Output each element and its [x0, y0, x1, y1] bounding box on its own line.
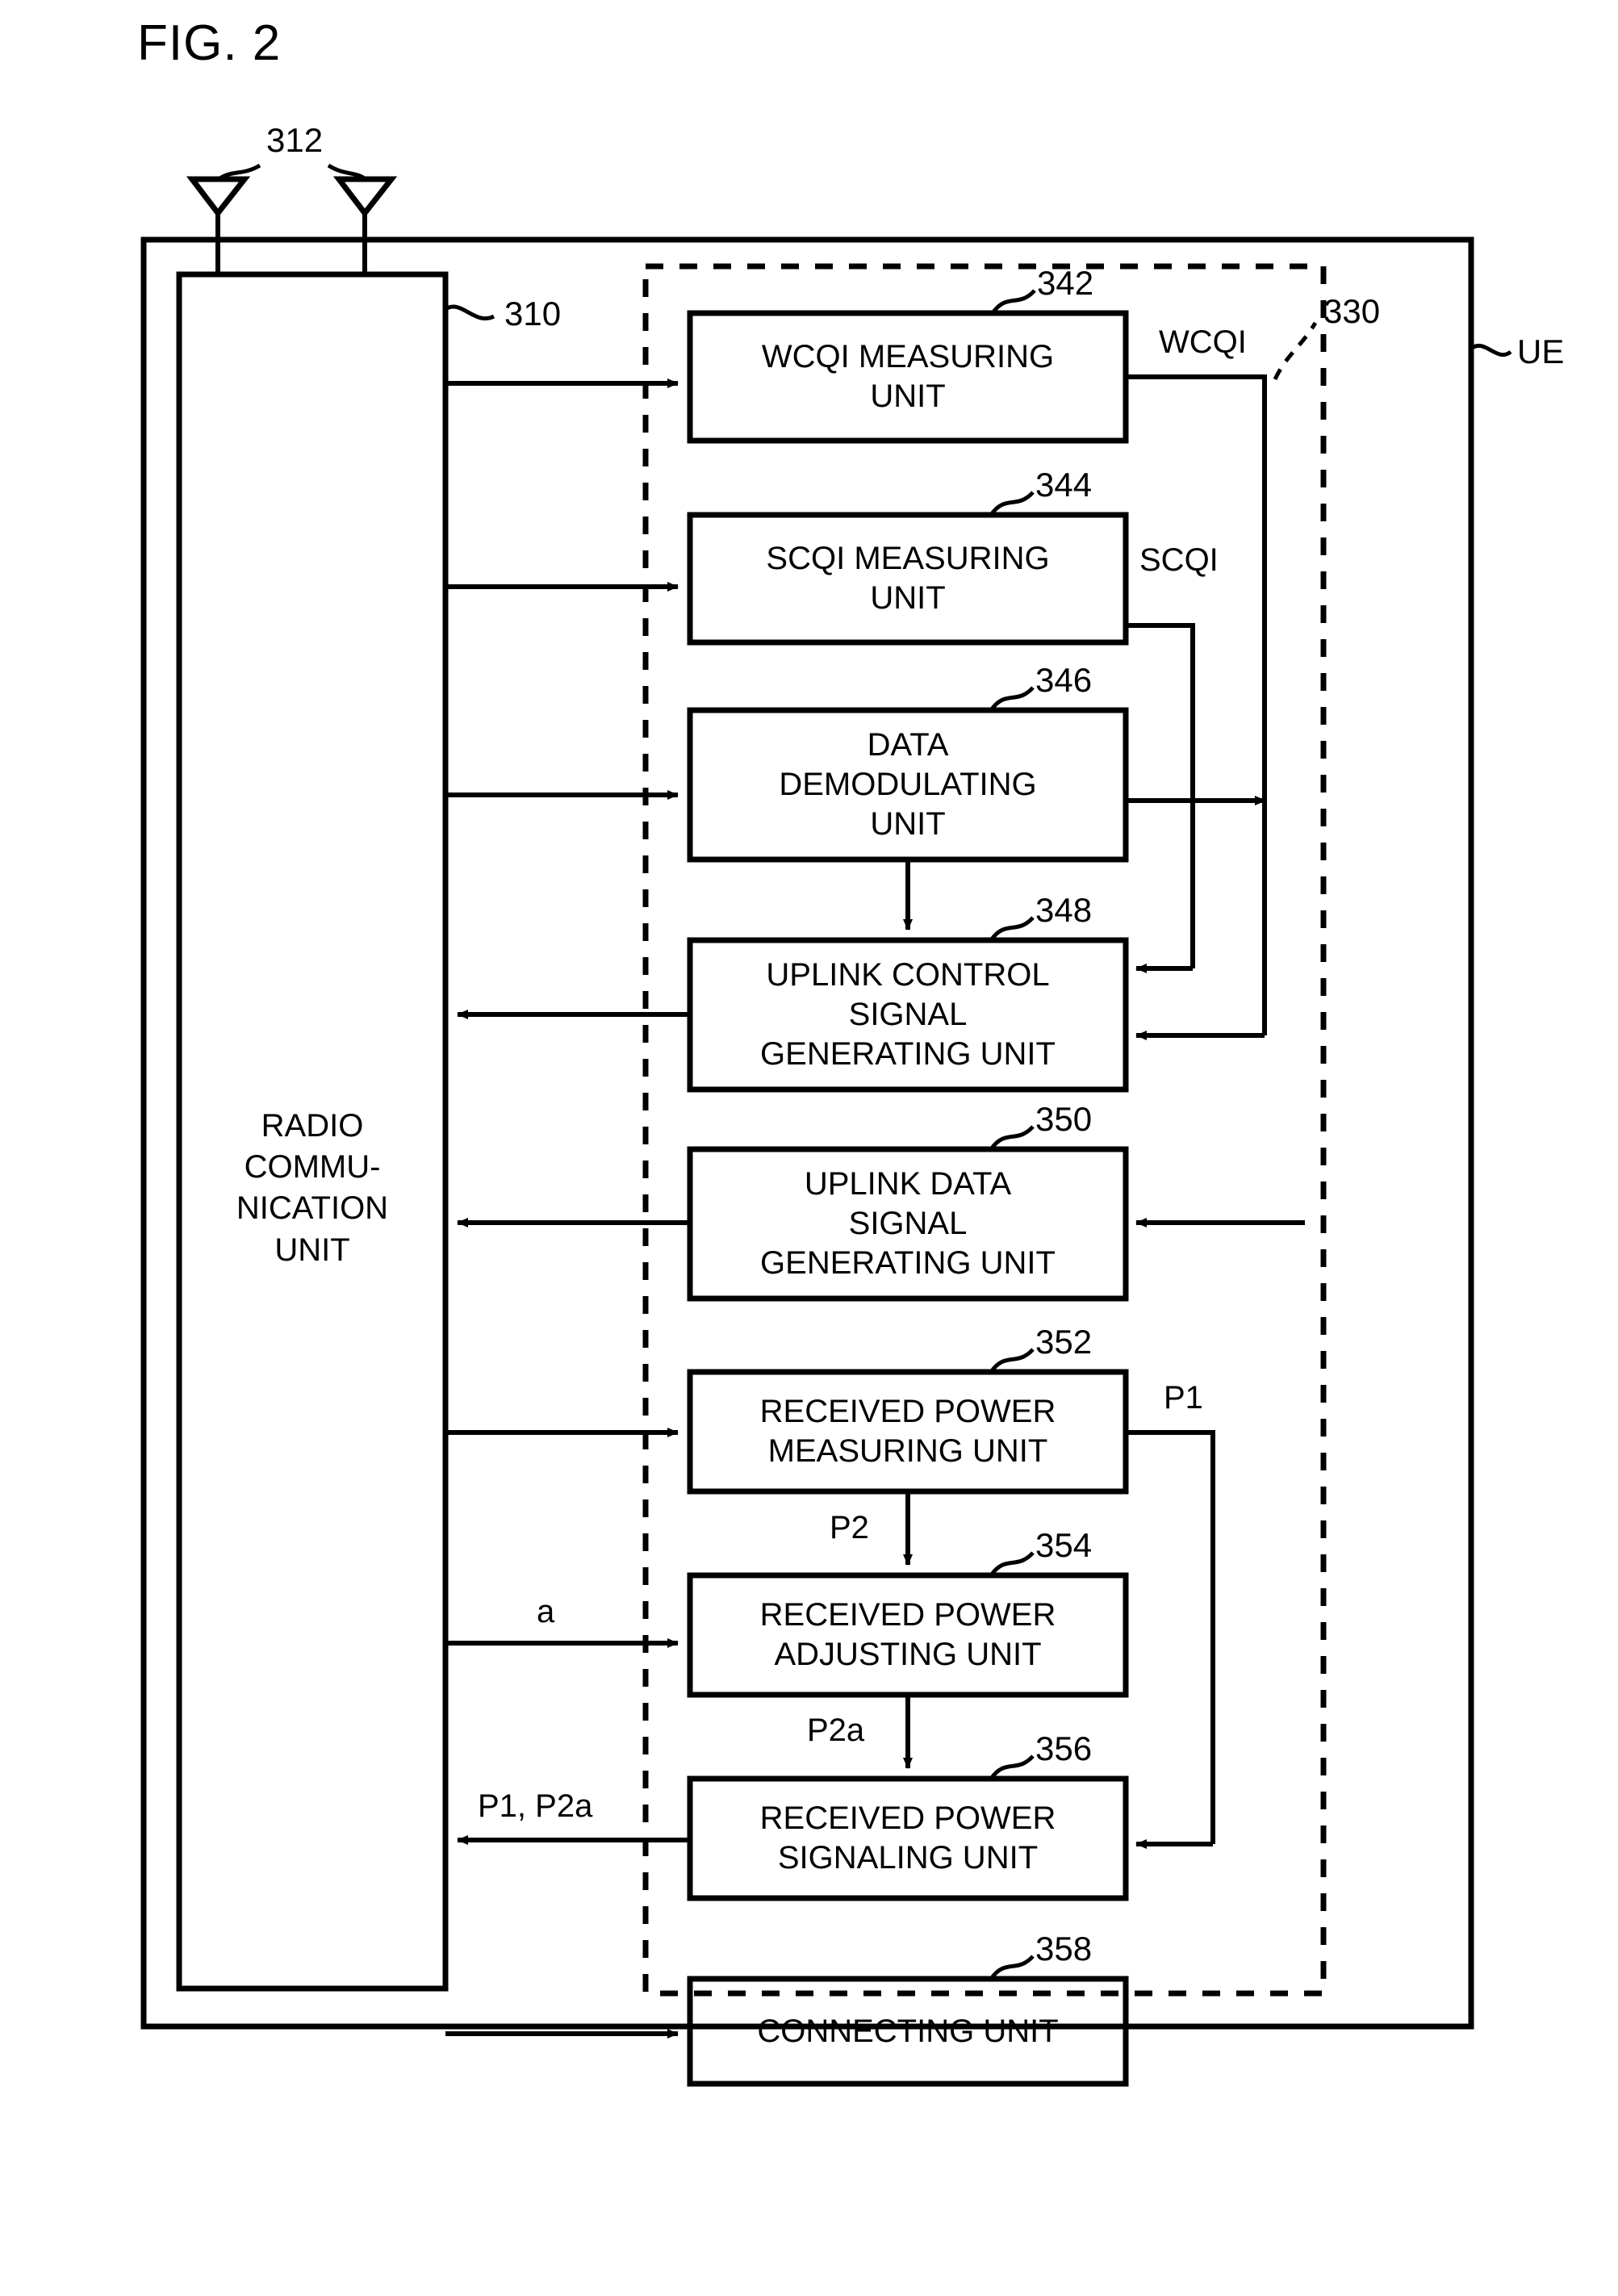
ref-350: 350: [1035, 1100, 1093, 1138]
signal-label-p2a: P2a: [807, 1713, 865, 1748]
scqi-measuring-unit-label: SCQI MEASURING UNIT: [766, 541, 1050, 616]
ref-ue-device: UE: [1517, 332, 1565, 370]
radio-communication-unit-label: RADIO COMMU- NICATION UNIT: [236, 1108, 389, 1268]
wire-scqi: [1126, 623, 1195, 968]
data-demodulating-unit-label: DATA DEMODULATING UNIT: [779, 727, 1037, 842]
received-power-adjusting-unit-label: RECEIVED POWER ADJUSTING UNIT: [759, 1597, 1056, 1672]
ref-354: 354: [1035, 1526, 1093, 1564]
ref-358: 358: [1035, 1930, 1093, 1968]
uplink-data-signal-generating-unit-label: UPLINK DATA SIGNAL GENERATING UNIT: [760, 1166, 1056, 1281]
ref-348: 348: [1035, 891, 1093, 929]
connecting-unit-label: CONNECTING UNIT: [757, 2013, 1059, 2049]
wire-p1: [1126, 1430, 1215, 1844]
figure-title: FIG. 2: [137, 15, 282, 71]
ref-356: 356: [1035, 1729, 1093, 1767]
ref-352: 352: [1035, 1323, 1093, 1361]
ref-346: 346: [1035, 661, 1093, 699]
signal-label-p1: P1: [1164, 1380, 1203, 1416]
ref-342: 342: [1037, 264, 1094, 302]
uplink-control-signal-generating-unit-label: UPLINK CONTROL SIGNAL GENERATING UNIT: [760, 957, 1056, 1072]
wcqi-measuring-unit-label: WCQI MEASURING UNIT: [761, 339, 1055, 414]
signal-label-p1-p2a: P1, P2a: [478, 1788, 593, 1824]
ref-330-inner-group: 330: [1323, 292, 1381, 330]
ref-344: 344: [1035, 466, 1093, 504]
ref-312-antenna: 312: [266, 121, 324, 159]
signal-label-scqi: SCQI: [1139, 542, 1219, 578]
signal-label-p2: P2: [830, 1510, 869, 1545]
figure-canvas: FIG. 2 312 310 330 UE RADIO COMMU- NICAT…: [0, 0, 1618, 2296]
signal-label-a: a: [537, 1594, 555, 1629]
ref-310-radio-communication-unit: 310: [504, 295, 562, 332]
received-power-signaling-unit-label: RECEIVED POWER SIGNALING UNIT: [759, 1800, 1056, 1876]
signal-label-wcqi: WCQI: [1159, 324, 1247, 360]
received-power-measuring-unit-label: RECEIVED POWER MEASURING UNIT: [759, 1394, 1056, 1469]
